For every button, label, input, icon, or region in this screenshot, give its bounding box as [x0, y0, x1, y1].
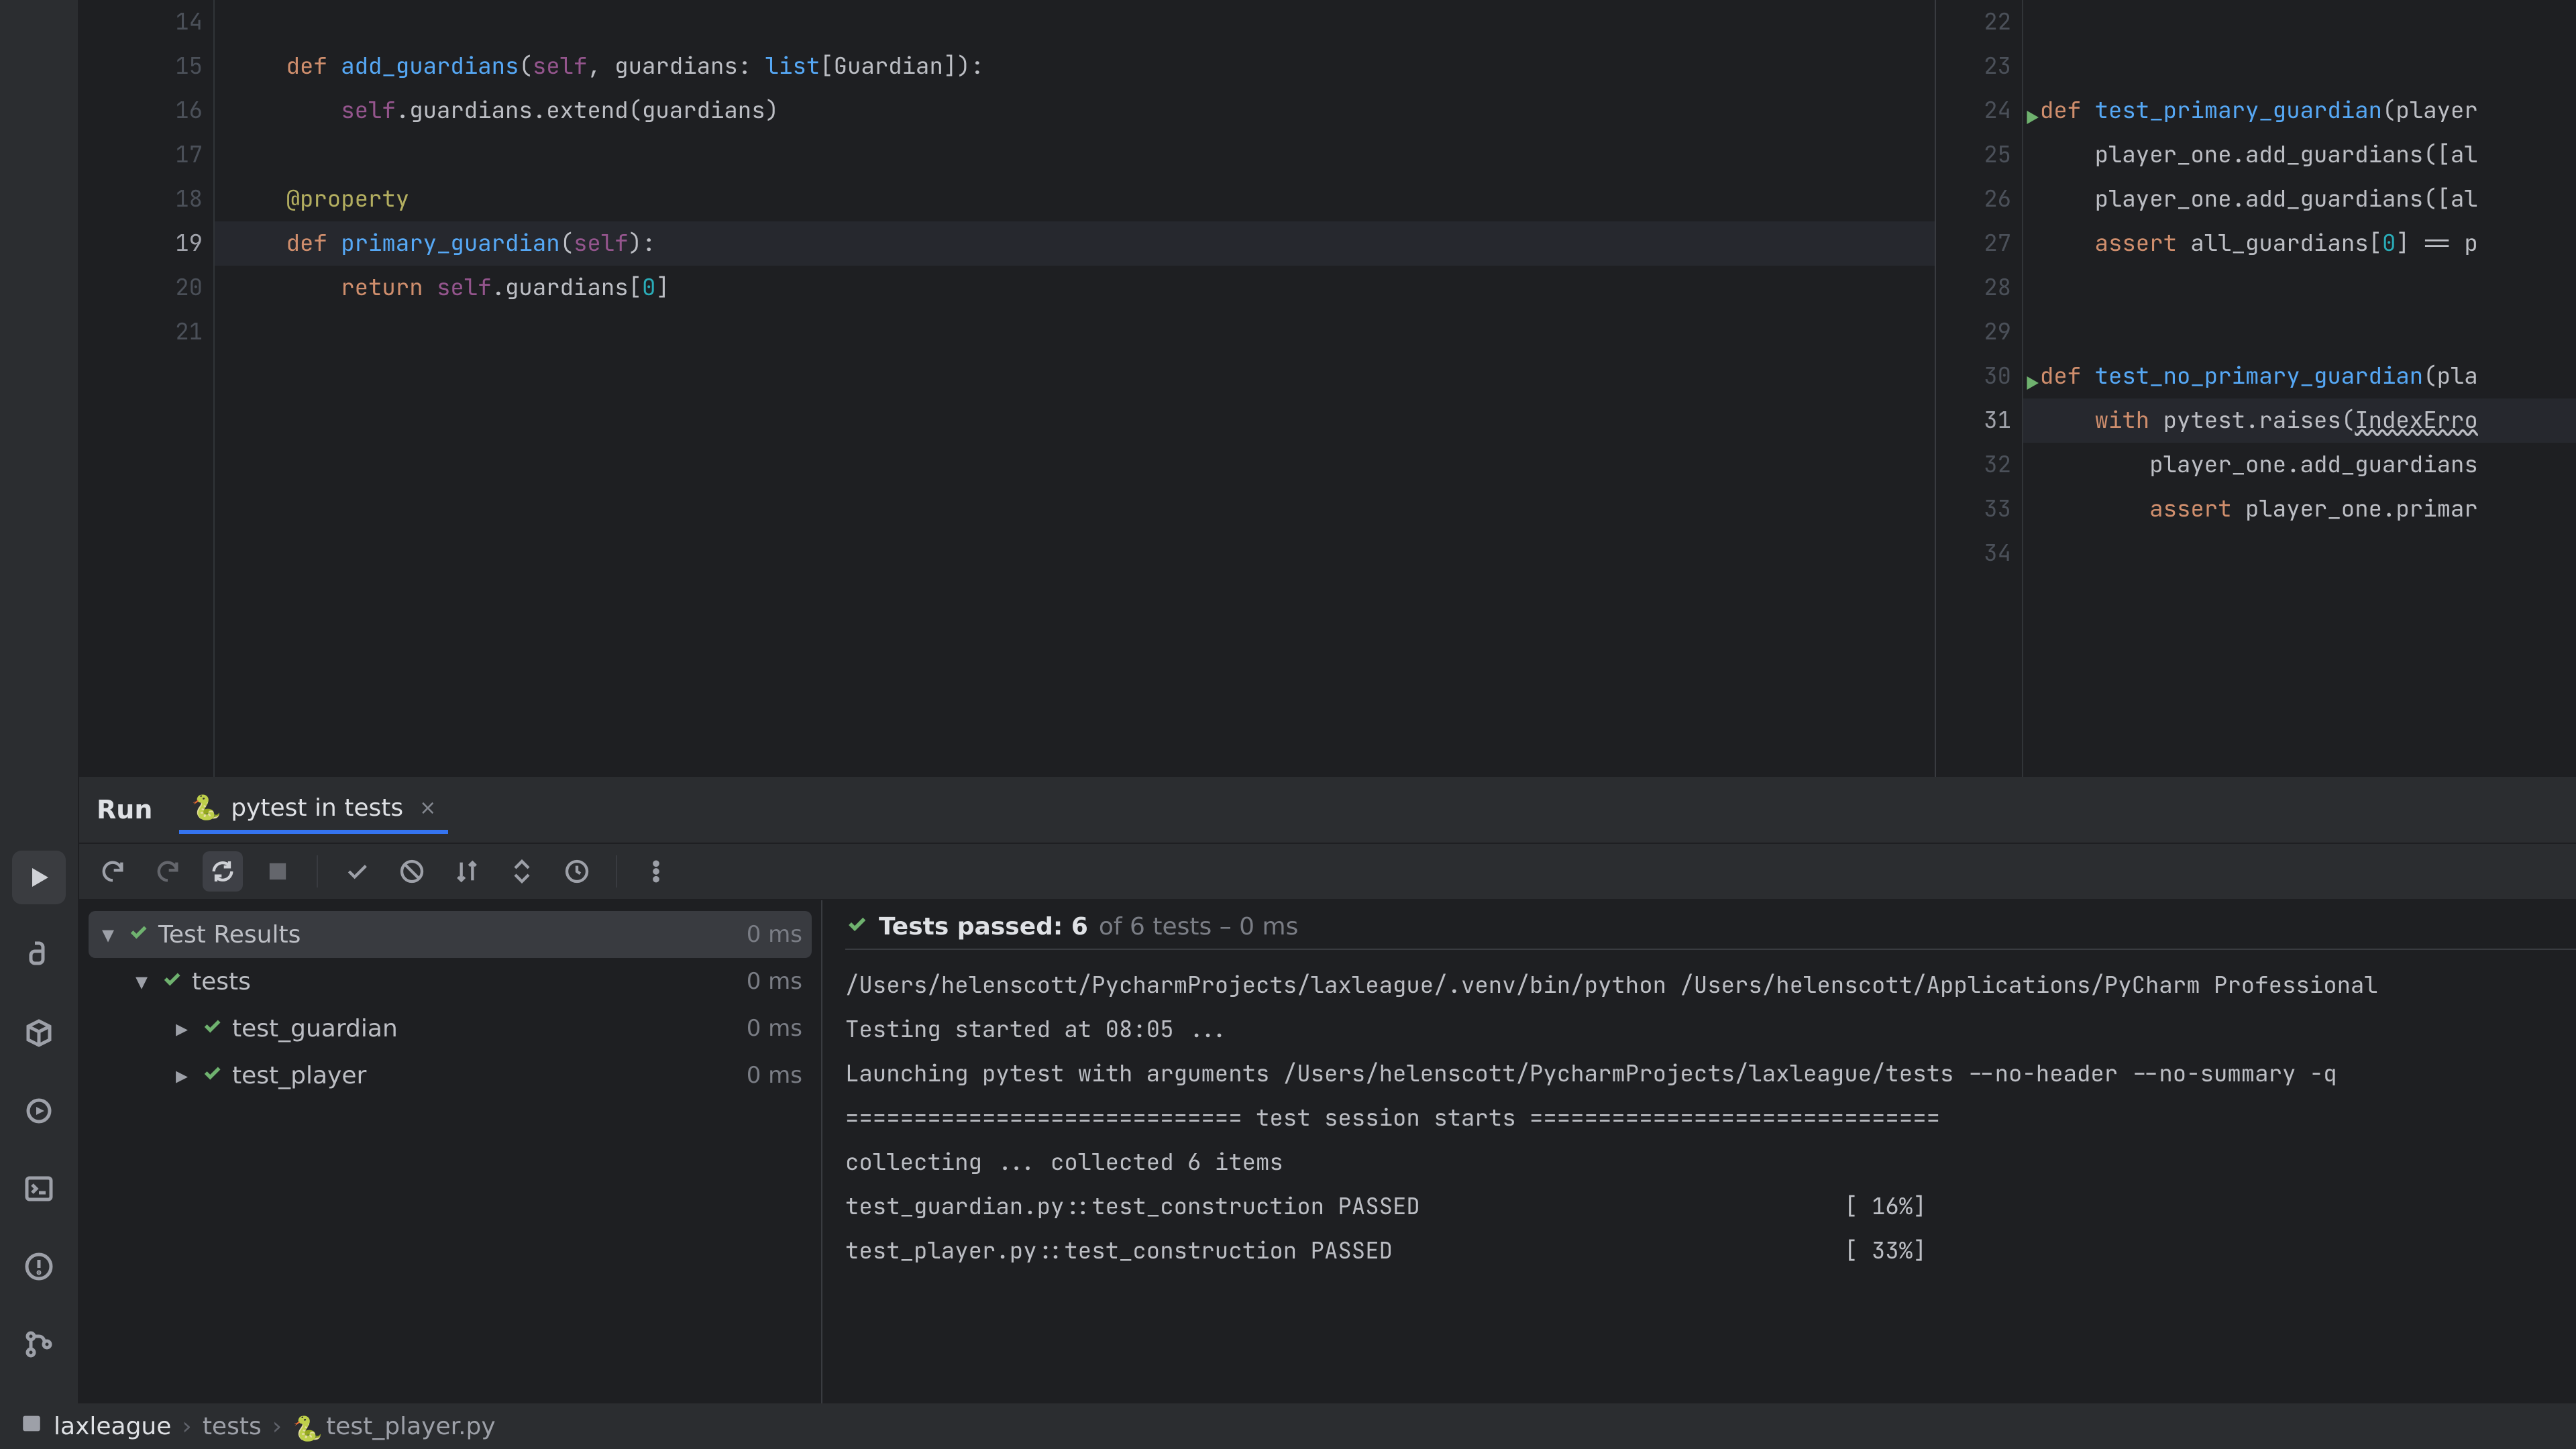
terminal-button[interactable] — [12, 1162, 66, 1216]
tree-node-label: tests — [192, 968, 251, 996]
run-config-label: pytest in tests — [231, 794, 403, 822]
editor-left-pane[interactable]: 14 15 16 17 18 19 20 21 def add_guardian… — [79, 0, 1936, 777]
run-toolwindow-button[interactable] — [12, 851, 66, 904]
toggle-auto-test-button[interactable] — [203, 851, 243, 892]
chevron-right-icon[interactable]: ▸ — [172, 1062, 192, 1089]
show-ignored-button[interactable] — [392, 851, 432, 892]
vcs-button[interactable] — [12, 1318, 66, 1371]
gutter-right: 22 23 24 25 26 27 28 29 30 31 32 33 34 — [1936, 0, 2023, 777]
pytest-icon: 🐍 — [191, 794, 221, 822]
tree-node-tests[interactable]: ▾ tests 0 ms — [89, 958, 812, 1005]
console-line: Testing started at 08:05 ... — [845, 1008, 2576, 1052]
test-history-button[interactable] — [557, 851, 597, 892]
code-left[interactable]: def add_guardians(self, guardians: list[… — [215, 0, 1935, 777]
pass-icon — [201, 1062, 223, 1089]
expand-all-button[interactable] — [502, 851, 542, 892]
python-file-icon: 🐍 — [292, 1415, 315, 1438]
chevron-down-icon[interactable]: ▾ — [131, 968, 152, 996]
console-line: collecting ... collected 6 items — [845, 1140, 2576, 1185]
gutter-left: 14 15 16 17 18 19 20 21 — [79, 0, 215, 777]
editor-split: 14 15 16 17 18 19 20 21 def add_guardian… — [79, 0, 2576, 777]
run-title: Run — [97, 795, 152, 824]
run-config-tab[interactable]: 🐍 pytest in tests × — [179, 786, 448, 834]
console-line: test_player.py::test_construction PASSED… — [845, 1229, 2576, 1273]
tree-node-label: test_guardian — [232, 1015, 398, 1042]
test-console-output[interactable]: Tests passed: 6 of 6 tests – 0 ms /Users… — [822, 900, 2576, 1403]
breadcrumb-bar[interactable]: laxleague › tests › 🐍 test_player.py — [0, 1403, 2576, 1449]
crumb-project[interactable]: laxleague — [54, 1413, 171, 1440]
tree-node-duration: 0 ms — [747, 1062, 802, 1089]
python-console-button[interactable] — [12, 928, 66, 982]
chevron-right-icon: › — [272, 1413, 282, 1440]
tests-passed-count: 6 — [1071, 913, 1088, 941]
console-line: Launching pytest with arguments /Users/h… — [845, 1052, 2576, 1096]
sort-button[interactable] — [447, 851, 487, 892]
tree-node-duration: 0 ms — [747, 1015, 802, 1042]
crumb-folder[interactable]: tests — [203, 1413, 262, 1440]
tool-window-strip — [0, 0, 79, 1403]
tree-node-duration: 0 ms — [747, 968, 802, 995]
pass-icon — [201, 1015, 223, 1042]
tests-passed-bar: Tests passed: 6 of 6 tests – 0 ms — [845, 910, 2576, 950]
tests-passed-prefix: Tests passed: — [879, 913, 1063, 941]
console-line: test_guardian.py::test_construction PASS… — [845, 1185, 2576, 1229]
console-line: ============================= test sessi… — [845, 1096, 2576, 1140]
tree-root-test-results[interactable]: ▾ Test Results 0 ms — [89, 911, 812, 958]
python-packages-button[interactable] — [12, 1006, 66, 1060]
pass-icon — [161, 968, 182, 996]
services-button[interactable] — [12, 1084, 66, 1138]
chevron-right-icon[interactable]: ▸ — [172, 1015, 192, 1042]
pass-icon — [845, 912, 868, 941]
close-tab-icon[interactable]: × — [419, 796, 436, 820]
rerun-failed-button[interactable] — [148, 851, 188, 892]
run-toolbar — [79, 844, 2576, 900]
stop-button[interactable] — [258, 851, 298, 892]
tree-root-label: Test Results — [158, 921, 301, 949]
test-results-tree[interactable]: ▾ Test Results 0 ms ▾ tests 0 ms ▸ test_… — [79, 900, 822, 1403]
tests-passed-suffix: of 6 tests – 0 ms — [1099, 913, 1298, 941]
run-tabs-bar: Run 🐍 pytest in tests × — [79, 777, 2576, 844]
crumb-file[interactable]: test_player.py — [326, 1413, 496, 1440]
project-icon — [20, 1412, 43, 1441]
tree-node-label: test_player — [232, 1062, 366, 1089]
problems-button[interactable] — [12, 1240, 66, 1293]
run-tool-window: Run 🐍 pytest in tests × ▾ Test Results 0… — [79, 777, 2576, 1403]
chevron-right-icon: › — [182, 1413, 191, 1440]
pass-icon — [127, 921, 149, 949]
console-line: /Users/helenscott/PycharmProjects/laxlea… — [845, 963, 2576, 1008]
rerun-button[interactable] — [93, 851, 133, 892]
tree-node-test-player[interactable]: ▸ test_player 0 ms — [89, 1052, 812, 1099]
tree-node-test-guardian[interactable]: ▸ test_guardian 0 ms — [89, 1005, 812, 1052]
tree-root-duration: 0 ms — [747, 921, 802, 948]
editor-right-pane[interactable]: 22 23 24 25 26 27 28 29 30 31 32 33 34 d… — [1936, 0, 2576, 777]
show-passed-button[interactable] — [337, 851, 377, 892]
code-right[interactable]: def test_primary_guardian(player player_… — [2023, 0, 2576, 777]
chevron-down-icon[interactable]: ▾ — [98, 921, 118, 949]
more-actions-button[interactable] — [636, 851, 676, 892]
